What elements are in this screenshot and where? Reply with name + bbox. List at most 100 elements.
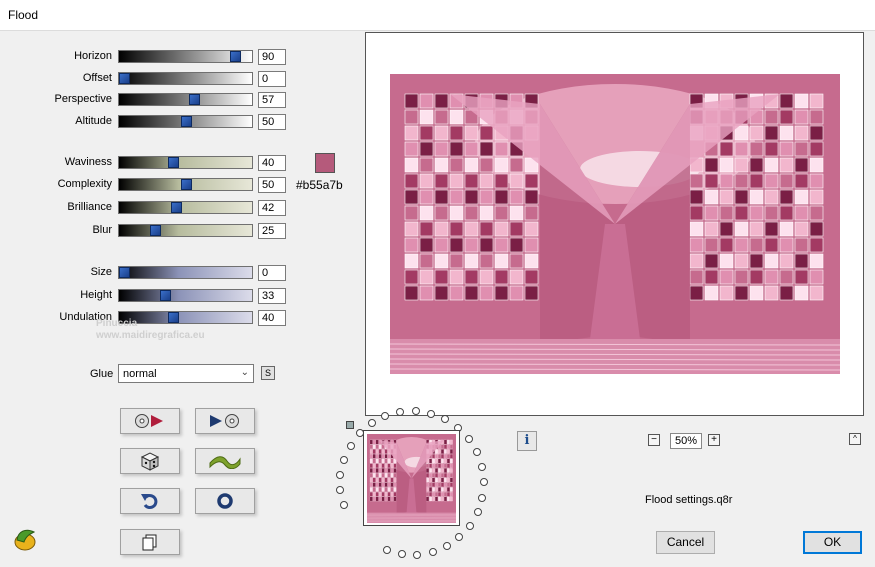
navigator-dot [428, 548, 437, 556]
horizon-label: Horizon [74, 50, 112, 62]
altitude-slider-thumb[interactable] [180, 116, 192, 127]
height-slider[interactable] [118, 289, 253, 302]
wave-icon [209, 456, 241, 469]
blur-value-field[interactable]: 25 [258, 223, 286, 239]
glue-label: Glue [90, 368, 114, 380]
waviness-value-field[interactable]: 40 [258, 155, 286, 171]
blur-slider[interactable] [118, 224, 253, 237]
info-button[interactable]: i [517, 431, 537, 451]
navigator-thumbnail-image [367, 434, 456, 523]
preview-image[interactable] [390, 74, 840, 374]
zoom-level: 50% [670, 433, 702, 449]
offset-slider[interactable] [118, 72, 253, 85]
watermark: Pinuccia www.maidiregrafica.eu [96, 318, 205, 342]
copy-icon [142, 534, 157, 551]
navigator-dot [473, 448, 482, 457]
color-hex-value: #b55a7b [296, 178, 343, 192]
navigator-dot [455, 533, 464, 542]
navigator-dot [465, 521, 474, 530]
play-disc-button[interactable] [195, 408, 255, 434]
flood-preview-graphic [390, 74, 840, 374]
height-slider-thumb[interactable] [159, 290, 171, 301]
zoom-out-button[interactable]: − [648, 434, 660, 446]
size-slider-thumb[interactable] [119, 267, 130, 278]
watermark-name: Pinuccia [96, 318, 138, 329]
horizon-slider-thumb[interactable] [229, 51, 241, 62]
complexity-slider-thumb[interactable] [180, 179, 192, 190]
reset-icon [217, 493, 233, 509]
undo-icon [141, 494, 158, 510]
slider-row-brilliance: Brilliance 42 [0, 199, 300, 217]
blur-label: Blur [92, 224, 112, 236]
slider-row-blur: Blur 25 [0, 222, 300, 240]
slider-row-perspective: Perspective 57 [0, 91, 300, 109]
complexity-value-field[interactable]: 50 [258, 177, 286, 193]
size-label: Size [90, 266, 112, 278]
offset-label: Offset [82, 72, 112, 84]
perspective-value-field[interactable]: 57 [258, 92, 286, 108]
navigator-thumbnail[interactable] [363, 430, 460, 526]
navigator-dot [442, 542, 451, 551]
glue-selected-value: normal [123, 368, 157, 380]
altitude-value-field[interactable]: 50 [258, 114, 286, 130]
offset-slider-thumb[interactable] [119, 73, 130, 84]
complexity-slider[interactable] [118, 178, 253, 191]
navigator-dot [367, 419, 376, 428]
blur-slider-thumb[interactable] [149, 225, 161, 236]
ok-button[interactable]: OK [803, 531, 862, 554]
horizon-slider[interactable] [118, 50, 253, 63]
wave-button[interactable] [195, 448, 255, 474]
play-disc-icon [210, 414, 239, 428]
navigator-dot [346, 441, 355, 450]
zoom-in-button[interactable]: + [708, 434, 720, 446]
settings-file-label: Flood settings.q8r [645, 494, 733, 506]
navigator-dot [479, 478, 488, 487]
collapse-button[interactable]: ^ [849, 433, 861, 445]
navigator-dot [411, 407, 420, 416]
horizon-value-field[interactable]: 90 [258, 49, 286, 65]
disc-play-button[interactable] [120, 408, 180, 434]
size-value-field[interactable]: 0 [258, 265, 286, 281]
glue-s-button[interactable]: S [261, 366, 275, 380]
navigator-dot [339, 501, 348, 510]
slider-row-complexity: Complexity 50 [0, 176, 300, 194]
copy-button[interactable] [120, 529, 180, 555]
window-title: Flood [8, 8, 39, 22]
glue-select[interactable]: normal ⌄ [118, 364, 254, 383]
navigator-dot [339, 455, 348, 464]
navigator-dot [441, 415, 450, 424]
navigator-dot [427, 409, 436, 418]
offset-value-field[interactable]: 0 [258, 71, 286, 87]
reset-button[interactable] [195, 488, 255, 514]
navigator-dot [336, 486, 345, 495]
height-label: Height [80, 289, 112, 301]
brilliance-value-field[interactable]: 42 [258, 200, 286, 216]
undulation-value-field[interactable]: 40 [258, 310, 286, 326]
brilliance-slider[interactable] [118, 201, 253, 214]
size-slider[interactable] [118, 266, 253, 279]
perspective-label: Perspective [54, 93, 112, 105]
cancel-button[interactable]: Cancel [656, 531, 715, 554]
navigator-dot [413, 550, 422, 559]
perspective-slider-thumb[interactable] [189, 94, 201, 105]
preview-panel [365, 32, 864, 416]
color-swatch[interactable] [315, 153, 335, 173]
preview-toggle-handle[interactable] [346, 421, 354, 429]
slider-row-altitude: Altitude 50 [0, 113, 300, 131]
perspective-slider[interactable] [118, 93, 253, 106]
brilliance-slider-thumb[interactable] [170, 202, 182, 213]
chevron-down-icon: ⌄ [240, 367, 249, 378]
thumbnail-graphic [367, 434, 456, 523]
randomize-button[interactable] [120, 448, 180, 474]
navigator-dot [382, 546, 391, 555]
slider-row-horizon: Horizon 90 [0, 48, 300, 66]
altitude-slider[interactable] [118, 115, 253, 128]
undo-button[interactable] [120, 488, 180, 514]
height-value-field[interactable]: 33 [258, 288, 286, 304]
navigator-dot [473, 508, 482, 517]
slider-row-height: Height 33 [0, 287, 300, 305]
waviness-slider[interactable] [118, 156, 253, 169]
waviness-label: Waviness [64, 156, 112, 168]
waviness-slider-thumb[interactable] [168, 157, 180, 168]
slider-row-size: Size 0 [0, 264, 300, 282]
